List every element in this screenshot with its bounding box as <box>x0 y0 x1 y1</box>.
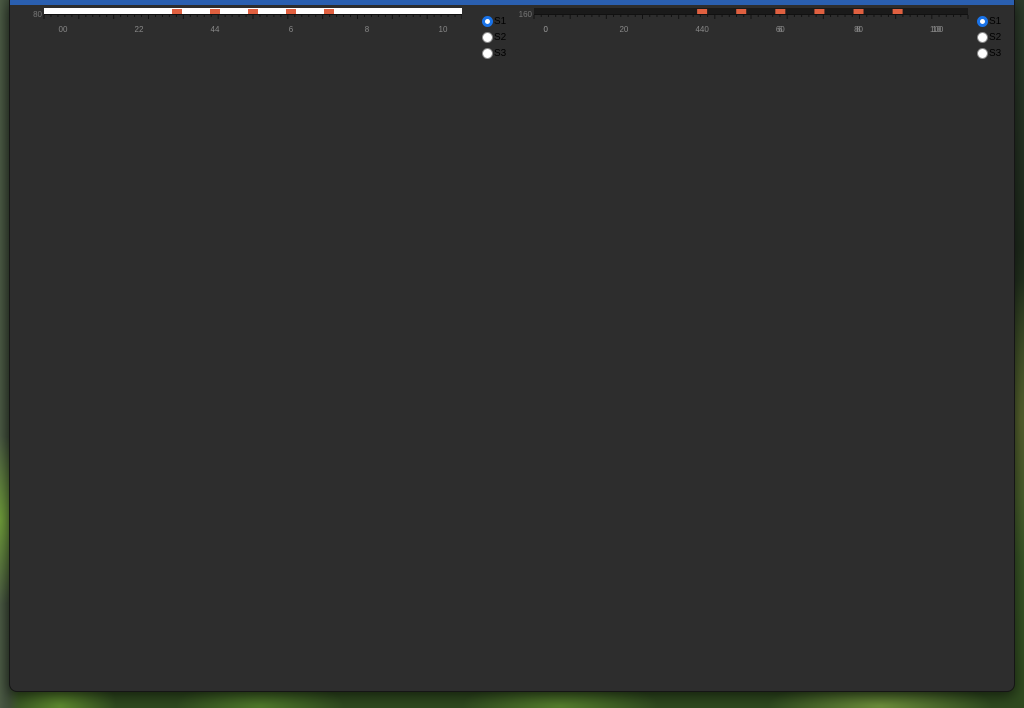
chart-1-x-tick-label-1: 0 <box>544 25 549 34</box>
chart-1-plot-area <box>534 8 968 15</box>
window-title-bar[interactable] <box>10 0 1014 5</box>
chart-1-y-tick-label: 160 <box>519 10 533 19</box>
chart-1-x-tick-label-7: 80 <box>854 25 863 34</box>
chart-0-x-tick-label-2: 44 <box>211 25 220 34</box>
chart-0-x-tick-label-5: 10 <box>439 25 448 34</box>
left-chart-panel: 80 00 22 44 6 8 10 <box>22 8 462 38</box>
left-radio-s1-button[interactable] <box>482 16 493 27</box>
right-chart: 16000 20 440 660 880 10100 <box>519 8 969 34</box>
chart-0-x-tick-label-4: 8 <box>365 25 370 34</box>
chart-1-x-tick-label-9: 100 <box>930 25 944 34</box>
left-radio-s1-label: S1 <box>494 16 507 27</box>
chart-0-x-tick-label-1: 22 <box>135 25 144 34</box>
right-radio-s1[interactable]: S1 <box>977 15 1001 28</box>
left-radio-s3-label: S3 <box>494 48 507 59</box>
left-series-selector: S1 S2 S3 <box>482 15 506 60</box>
left-chart: 80 00 22 44 6 8 10 <box>33 8 462 34</box>
right-series-selector: S1 S2 S3 <box>977 15 1001 60</box>
right-radio-s1-label: S1 <box>989 16 1002 27</box>
right-radio-s2-button[interactable] <box>977 32 988 43</box>
chart-0-x-tick-label-3: 6 <box>289 25 294 34</box>
left-radio-s2-button[interactable] <box>482 32 493 43</box>
right-radio-s2-label: S2 <box>989 32 1002 43</box>
right-radio-s3[interactable]: S3 <box>977 47 1001 60</box>
chart-1-x-tick-label-2: 20 <box>619 25 628 34</box>
right-radio-s3-button[interactable] <box>977 48 988 59</box>
chart-0-x-tick-label-0: 00 <box>59 25 68 34</box>
left-radio-s2[interactable]: S2 <box>482 31 506 44</box>
right-chart-panel: 160 0 0 20 440 6 60 8 80 10 100 <box>510 8 972 38</box>
left-radio-s3[interactable]: S3 <box>482 47 506 60</box>
chart-1-x-tick-label-5: 60 <box>776 25 785 34</box>
right-radio-s1-button[interactable] <box>977 16 988 27</box>
chart-0-y-tick-label: 80 <box>33 10 42 19</box>
right-radio-s2[interactable]: S2 <box>977 31 1001 44</box>
left-radio-s3-button[interactable] <box>482 48 493 59</box>
right-radio-s3-label: S3 <box>989 48 1002 59</box>
chart-1-x-tick-label-3: 440 <box>695 25 709 34</box>
left-radio-s2-label: S2 <box>494 32 507 43</box>
app-window: 80 00 22 44 6 8 10 S1 S2 S3 160 0 0 20 440 6 60 8 80 10… <box>9 0 1015 692</box>
left-radio-s1[interactable]: S1 <box>482 15 506 28</box>
